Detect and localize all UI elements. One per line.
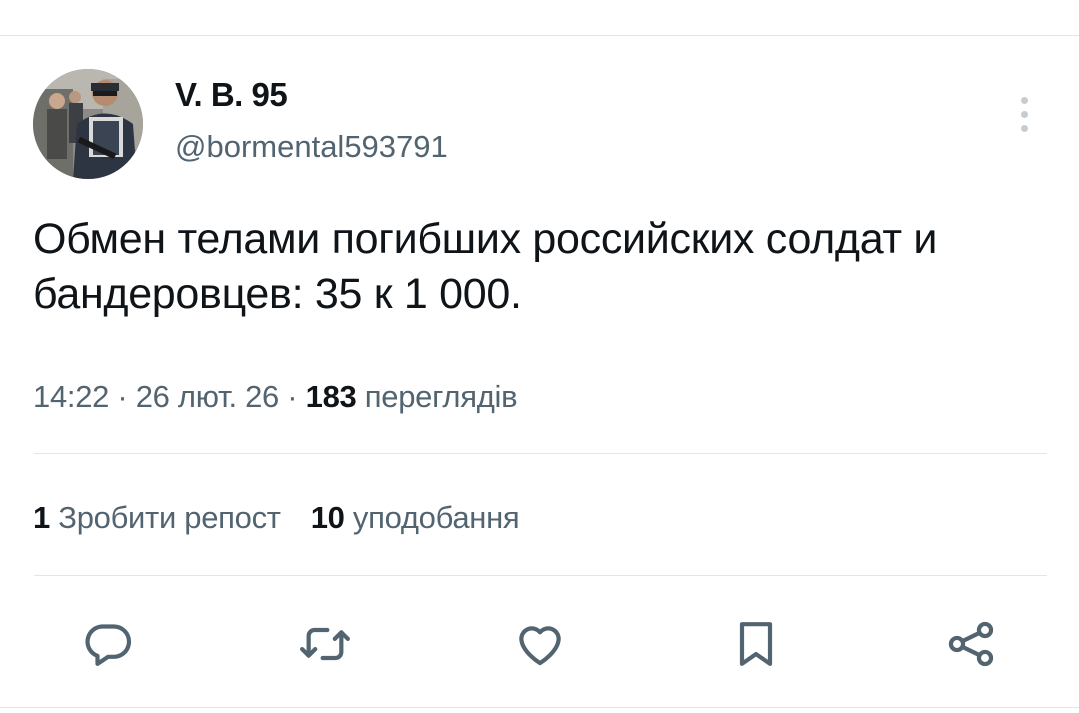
repost-icon [300, 627, 350, 661]
share-icon [948, 621, 994, 667]
more-vertical-icon[interactable] [1008, 94, 1042, 134]
bookmark-button[interactable] [728, 616, 784, 672]
reposts-stat[interactable]: 1 Зробити репост [33, 500, 281, 535]
author-display-name[interactable]: V. B. 95 [175, 77, 288, 113]
author-handle[interactable]: @bormental593791 [175, 129, 448, 165]
tweet-time[interactable]: 14:22 [33, 379, 109, 414]
bookmark-icon [739, 622, 773, 666]
likes-count: 10 [310, 500, 345, 535]
tweet-date[interactable]: 26 лют. 26 [136, 379, 280, 414]
tweet-stats: 1 Зробити репост 10 уподобання [33, 498, 520, 538]
bottom-divider [0, 707, 1079, 708]
views-count: 183 [305, 379, 357, 414]
stats-divider [34, 575, 1047, 576]
avatar-photo [33, 69, 143, 179]
top-divider [0, 35, 1079, 36]
reply-icon [85, 624, 132, 666]
like-button[interactable] [512, 616, 568, 672]
meta-separator: · [278, 379, 306, 414]
likes-stat[interactable]: 10 уподобання [311, 500, 520, 535]
repost-button[interactable] [297, 616, 353, 672]
views-label: переглядів [364, 379, 518, 414]
meta-separator: · [109, 379, 136, 414]
avatar[interactable] [33, 69, 143, 179]
share-button[interactable] [943, 616, 999, 672]
tweet-text: Обмен телами погибших российских солдат … [33, 215, 938, 318]
reply-button[interactable] [80, 616, 136, 672]
reposts-label: Зробити репост [58, 500, 281, 535]
reposts-count: 1 [33, 500, 50, 535]
tweet-meta: 14:22 · 26 лют. 26 · 183 переглядів [33, 377, 518, 417]
heart-icon [519, 626, 561, 666]
likes-label: уподобання [352, 500, 520, 535]
meta-divider [34, 453, 1047, 454]
